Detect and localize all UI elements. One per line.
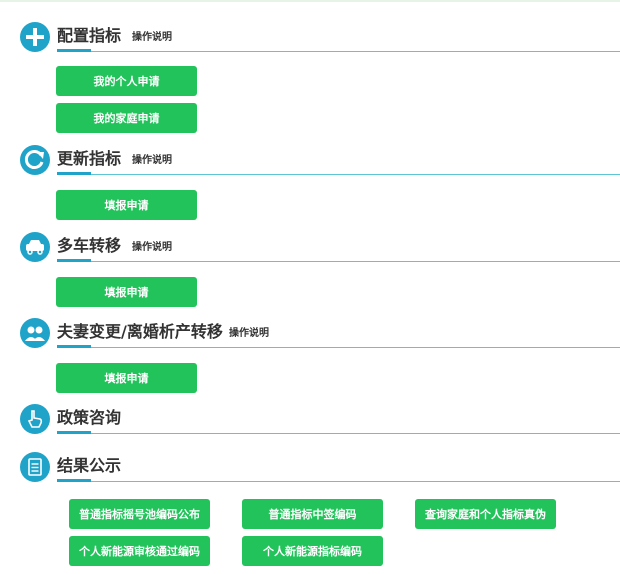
section-title: 配置指标 xyxy=(57,26,122,45)
top-divider xyxy=(0,0,620,2)
divider xyxy=(57,347,620,348)
section-policy-consult: 政策咨询 xyxy=(20,404,620,438)
my-personal-application-button[interactable]: 我的个人申请 xyxy=(56,66,197,96)
divider xyxy=(57,481,620,482)
title-underline xyxy=(57,431,91,434)
title-underline xyxy=(57,259,91,262)
title-underline xyxy=(57,49,91,52)
section-title: 多车转移 xyxy=(57,236,122,255)
section-title: 更新指标 xyxy=(57,149,122,168)
lottery-pool-codes-button[interactable]: 普通指标摇号池编码公布 xyxy=(69,499,210,529)
plus-icon xyxy=(20,22,50,52)
section-update-quota: 更新指标 操作说明 xyxy=(20,145,620,179)
document-icon xyxy=(20,452,50,482)
title-underline xyxy=(57,172,91,175)
instructions-link[interactable]: 操作说明 xyxy=(132,31,172,45)
section-title: 夫妻变更/离婚析产转移 xyxy=(57,322,223,341)
divider xyxy=(57,261,620,262)
fill-application-button[interactable]: 填报申请 xyxy=(56,363,197,393)
title-underline xyxy=(57,345,91,348)
fill-application-button[interactable]: 填报申请 xyxy=(56,277,197,307)
section-spouse-transfer: 夫妻变更/离婚析产转移 操作说明 xyxy=(20,318,620,352)
instructions-link[interactable]: 操作说明 xyxy=(229,327,269,341)
verify-quota-button[interactable]: 查询家庭和个人指标真伪 xyxy=(415,499,556,529)
fill-application-button[interactable]: 填报申请 xyxy=(56,190,197,220)
winning-codes-button[interactable]: 普通指标中签编码 xyxy=(242,499,383,529)
new-energy-approved-codes-button[interactable]: 个人新能源审核通过编码 xyxy=(69,536,210,566)
divider xyxy=(57,174,620,175)
refresh-icon xyxy=(20,145,50,175)
section-title[interactable]: 政策咨询 xyxy=(57,407,121,429)
section-config-quota: 配置指标 操作说明 xyxy=(20,22,620,56)
hand-pointer-icon xyxy=(20,404,50,434)
instructions-link[interactable]: 操作说明 xyxy=(132,154,172,168)
my-family-application-button[interactable]: 我的家庭申请 xyxy=(56,103,197,133)
new-energy-quota-codes-button[interactable]: 个人新能源指标编码 xyxy=(242,536,383,566)
car-transfer-icon xyxy=(20,232,50,262)
couple-icon xyxy=(20,318,50,348)
title-underline xyxy=(57,479,91,482)
section-title: 结果公示 xyxy=(57,456,122,475)
section-results: 结果公示 xyxy=(20,452,620,486)
divider xyxy=(57,51,620,52)
instructions-link[interactable]: 操作说明 xyxy=(132,241,172,255)
divider xyxy=(57,433,620,434)
section-multi-car-transfer: 多车转移 操作说明 xyxy=(20,232,620,266)
